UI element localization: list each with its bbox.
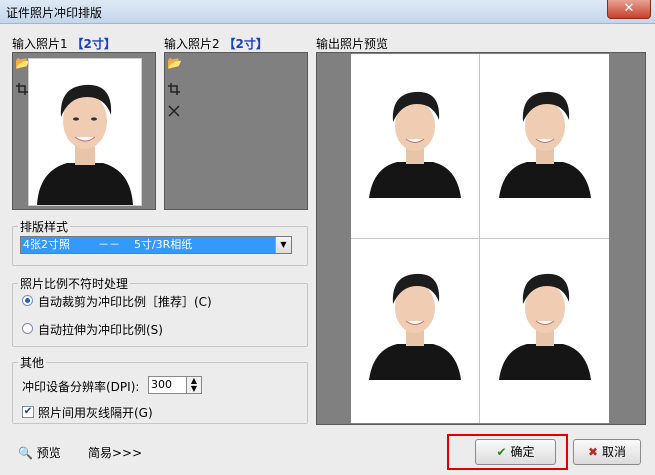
input-photo-1-image — [28, 58, 142, 206]
dialog-body: 输入照片1 【2寸】 📂 输入照片2 【2寸】 📂 输出照片预览 排版样式 4张… — [0, 24, 655, 475]
preview-sheet — [351, 54, 609, 423]
layout-style-title: 排版样式 — [18, 218, 71, 235]
preview-label: 输出照片预览 — [316, 37, 389, 51]
portrait-icon — [29, 59, 141, 205]
highlight-box — [447, 434, 568, 470]
dpi-label: 冲印设备分辨率(DPI): — [22, 380, 140, 394]
input-photo-2-text: 输入照片2 — [164, 37, 220, 51]
auto-crop-label[interactable]: 自动裁剪为冲印比例［推荐］(C) — [38, 293, 212, 310]
folder-icon[interactable]: 📂 — [15, 56, 30, 70]
auto-crop-radio[interactable] — [22, 295, 33, 306]
input-photo-2-size: 【2寸】 — [223, 37, 268, 51]
preview-link[interactable]: 🔍 预览 — [18, 444, 61, 461]
chevron-down-icon[interactable]: ▼ — [275, 237, 291, 253]
ratio-handling-title: 照片比例不符时处理 — [18, 275, 131, 292]
preview-panel — [316, 52, 646, 425]
layout-style-select[interactable]: 4张2寸照 －－ 5寸/3R相纸 ▼ — [20, 236, 292, 254]
preview-photo-1 — [351, 54, 479, 237]
dpi-stepper[interactable]: ▲ ▼ — [186, 376, 202, 394]
simple-mode-link[interactable]: 简易>>> — [88, 444, 142, 461]
preview-photo-2 — [481, 54, 609, 237]
preview-photo-3 — [351, 240, 479, 423]
gray-divider-horizontal — [351, 238, 609, 239]
preview-link-label: 预览 — [36, 446, 61, 460]
gray-line-label[interactable]: 照片间用灰线隔开(G) — [38, 404, 153, 421]
gray-line-checkbox[interactable]: ✔ — [22, 406, 34, 418]
input-photo-1-size: 【2寸】 — [71, 37, 116, 51]
input-photo-1-panel[interactable]: 📂 — [12, 52, 156, 210]
title-bar: 证件照片冲印排版 ✕ — [0, 0, 655, 24]
auto-stretch-label[interactable]: 自动拉伸为冲印比例(S) — [38, 321, 163, 338]
layout-style-value: 4张2寸照 －－ 5寸/3R相纸 — [21, 237, 276, 253]
portrait-icon — [499, 273, 591, 380]
input-photo-1-label: 输入照片1 【2寸】 — [12, 35, 116, 52]
cancel-button[interactable]: ✖ 取消 — [573, 439, 641, 465]
preview-photo-4 — [481, 240, 609, 423]
cancel-button-label: 取消 — [602, 445, 627, 459]
crop-icon[interactable] — [167, 83, 181, 98]
input-photo-2-label: 输入照片2 【2寸】 — [164, 35, 268, 52]
dpi-input[interactable]: 300 — [148, 376, 188, 394]
crop-icon[interactable] — [15, 83, 29, 98]
folder-icon[interactable]: 📂 — [167, 56, 182, 70]
cancel-x-icon: ✖ — [587, 445, 599, 459]
delete-icon[interactable] — [167, 105, 181, 120]
search-icon: 🔍 — [18, 446, 33, 460]
input-photo-2-panel[interactable]: 📂 — [164, 52, 308, 210]
input-photo-1-text: 输入照片1 — [12, 37, 68, 51]
auto-stretch-radio[interactable] — [22, 323, 33, 334]
other-title: 其他 — [18, 354, 47, 371]
portrait-icon — [369, 91, 461, 198]
portrait-icon — [499, 91, 591, 198]
window-title: 证件照片冲印排版 — [6, 6, 103, 20]
portrait-icon — [369, 273, 461, 380]
close-button[interactable]: ✕ — [607, 0, 651, 19]
